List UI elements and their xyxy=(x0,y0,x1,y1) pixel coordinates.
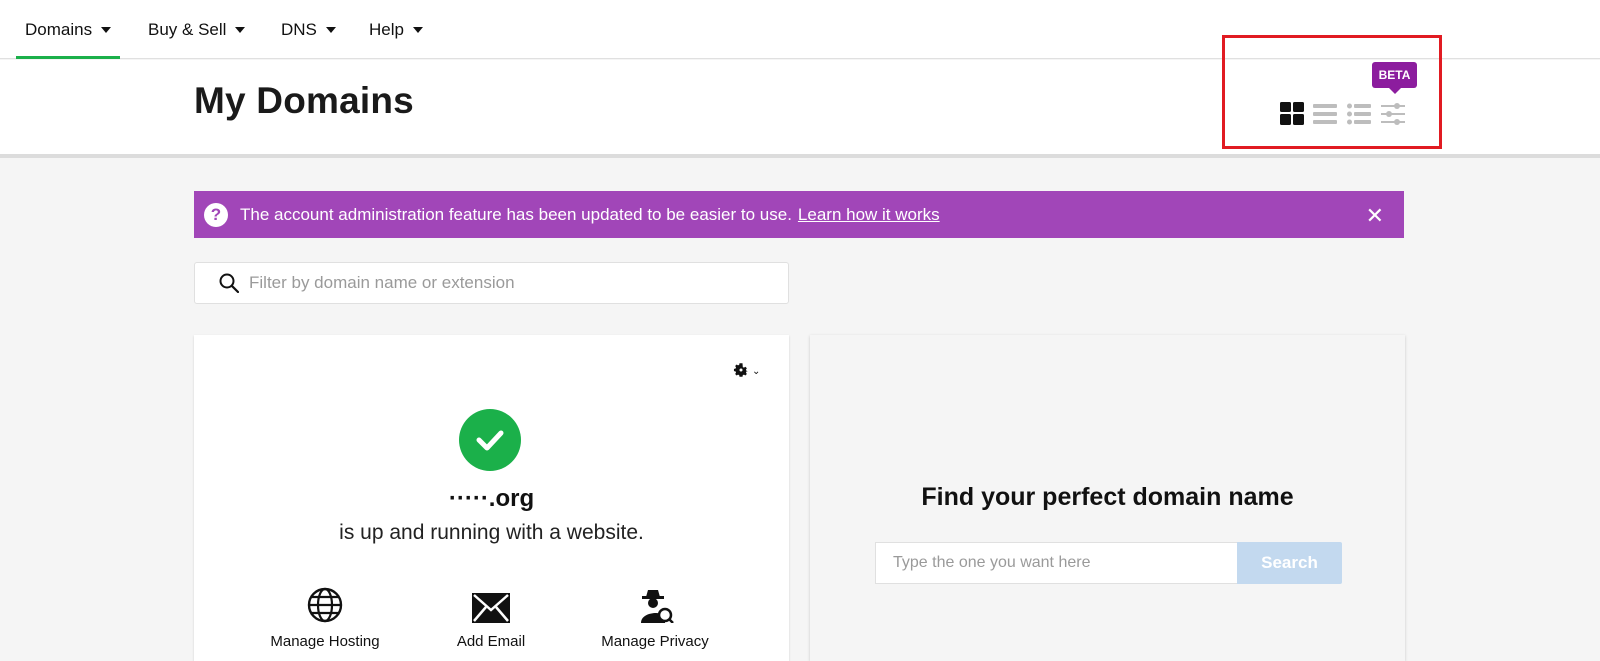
nav-help-label: Help xyxy=(369,19,404,39)
domain-status: is up and running with a website. xyxy=(339,521,644,544)
beta-badge: BETA xyxy=(1372,62,1417,94)
grid-view-icon[interactable] xyxy=(1280,102,1306,126)
settings-dropdown[interactable]: ⌄ xyxy=(732,361,760,379)
search-button[interactable]: Search xyxy=(1237,542,1342,584)
manage-privacy-button[interactable]: Manage Privacy xyxy=(590,585,720,650)
check-circle-icon xyxy=(459,409,521,471)
nav-dns[interactable]: DNS xyxy=(281,0,336,59)
globe-icon xyxy=(260,585,390,623)
domain-search-card: Find your perfect domain name Search xyxy=(810,335,1405,661)
detailed-list-view-icon[interactable] xyxy=(1347,102,1373,126)
manage-privacy-label: Manage Privacy xyxy=(601,633,709,650)
envelope-icon xyxy=(426,585,556,623)
banner-message: The account administration feature has b… xyxy=(240,204,792,224)
gear-icon xyxy=(733,363,749,377)
domain-search-input[interactable] xyxy=(893,554,1223,572)
domain-name[interactable]: ·····.org xyxy=(194,485,789,513)
question-icon: ? xyxy=(204,202,228,227)
close-icon[interactable]: ✕ xyxy=(1366,203,1384,229)
caret-down-icon xyxy=(325,26,336,33)
page-title: My Domains xyxy=(194,80,414,121)
list-view-icon[interactable] xyxy=(1313,102,1339,126)
add-email-button[interactable]: Add Email xyxy=(426,585,556,650)
find-domain-title: Find your perfect domain name xyxy=(921,483,1294,511)
caret-down-icon xyxy=(412,26,423,33)
nav-dns-label: DNS xyxy=(281,19,317,39)
domain-card: ⌄ ·····.org is up and running with a web… xyxy=(194,335,789,661)
search-icon xyxy=(219,273,239,293)
manage-hosting-button[interactable]: Manage Hosting xyxy=(260,585,390,650)
domain-search-field xyxy=(875,542,1238,584)
filter-input[interactable] xyxy=(249,273,749,293)
view-switcher-highlight xyxy=(1222,35,1442,149)
info-banner: ? The account administration feature has… xyxy=(194,191,1404,238)
domain-filter xyxy=(194,262,789,304)
filter-settings-icon[interactable] xyxy=(1381,102,1407,126)
manage-hosting-label: Manage Hosting xyxy=(270,633,380,650)
add-email-label: Add Email xyxy=(456,633,526,650)
caret-down-icon xyxy=(101,26,112,33)
nav-help[interactable]: Help xyxy=(369,0,423,59)
nav-buy-sell-label: Buy & Sell xyxy=(148,19,227,39)
nav-buy-sell[interactable]: Buy & Sell xyxy=(148,0,246,59)
chevron-down-icon: ⌄ xyxy=(752,365,761,377)
learn-more-link[interactable]: Learn how it works xyxy=(798,205,940,225)
nav-domains[interactable]: Domains xyxy=(16,0,121,59)
nav-domains-label: Domains xyxy=(25,19,93,39)
caret-down-icon xyxy=(235,26,246,33)
privacy-agent-icon xyxy=(590,585,720,623)
